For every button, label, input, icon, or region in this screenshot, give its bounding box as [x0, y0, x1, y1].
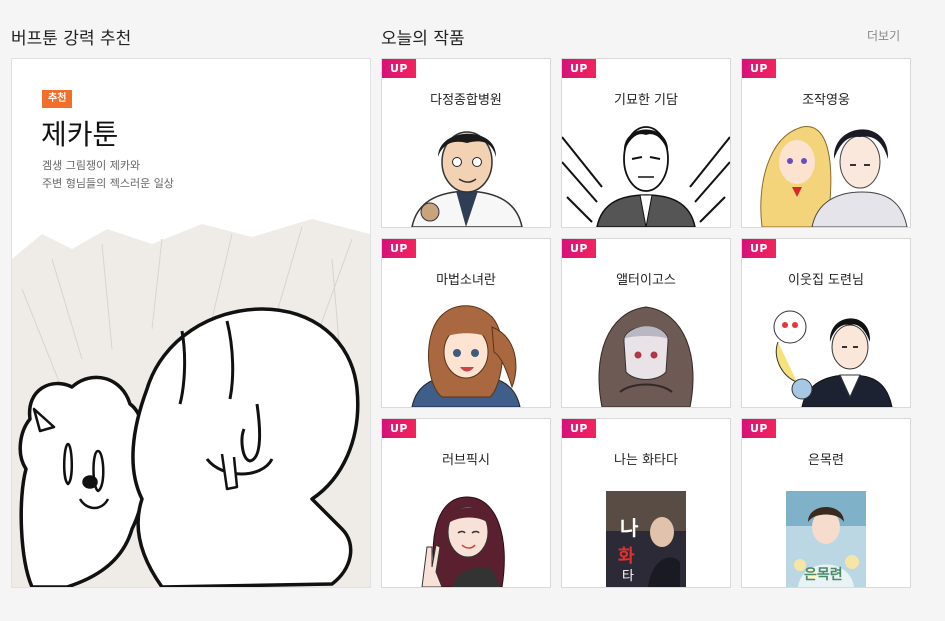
webtoon-title: 이웃집 도련님 — [788, 273, 864, 288]
svg-text:타: 타 — [622, 569, 634, 584]
recommend-badge: 추천 — [42, 90, 73, 108]
webtoon-title: 앨터이고스 — [616, 273, 676, 288]
webtoon-card[interactable]: UP 기묘한 기담 — [561, 58, 731, 228]
webtoon-card[interactable]: UP 앨터이고스 — [561, 238, 731, 408]
webtoon-title: 마법소녀란 — [436, 273, 496, 288]
webtoon-card[interactable]: UP 나는 화타다 나 화 타 — [561, 418, 731, 588]
webtoon-card[interactable]: UP 다정종합병원 — [381, 58, 551, 228]
up-badge: UP — [562, 239, 596, 258]
webtoon-title: 다정종합병원 — [430, 93, 502, 108]
webtoon-card[interactable]: UP 이웃집 도련님 — [741, 238, 911, 408]
featured-section-title: 버프툰 강력 추천 — [11, 29, 132, 49]
up-badge: UP — [742, 239, 776, 258]
featured-description-line: 주변 형님들의 젝스러운 일상 — [42, 177, 174, 190]
magical-girl-character-icon — [411, 305, 521, 407]
ink-man-character-icon — [562, 126, 730, 227]
featured-description-line: 겜생 그림쟁이 제카와 — [42, 159, 141, 172]
up-badge: UP — [562, 419, 596, 438]
up-badge: UP — [742, 59, 776, 78]
up-badge: UP — [742, 419, 776, 438]
webtoon-title: 러브픽시 — [442, 453, 490, 468]
featured-card[interactable]: 추천 제카툰 겜생 그림쟁이 제카와 주변 형님들의 젝스러운 일상 — [11, 58, 371, 588]
hero-duo-characters-icon — [760, 126, 908, 227]
book-cover-icon: 나 화 타 — [606, 491, 686, 587]
hooded-character-icon — [598, 306, 694, 407]
webtoon-title: 나는 화타다 — [614, 453, 678, 468]
up-badge: UP — [382, 419, 416, 438]
webtoon-card[interactable]: UP 은목련 은목련 — [741, 418, 911, 588]
up-badge: UP — [382, 59, 416, 78]
svg-text:나: 나 — [620, 516, 639, 540]
webtoon-title: 은목련 — [808, 453, 844, 468]
up-badge: UP — [382, 239, 416, 258]
webtoon-title: 기묘한 기담 — [614, 93, 678, 108]
peace-sign-girl-character-icon — [421, 496, 505, 587]
svg-text:화: 화 — [618, 546, 635, 567]
webtoon-title: 조작영웅 — [802, 93, 850, 108]
webtoon-card[interactable]: UP 러브픽시 — [381, 418, 551, 588]
today-section-title: 오늘의 작품 — [381, 29, 465, 49]
neighbor-boy-character-icon — [773, 310, 893, 407]
more-link[interactable]: 더보기 — [867, 27, 900, 44]
featured-description: 겜생 그림쟁이 제카와 주변 형님들의 젝스러운 일상 — [42, 157, 282, 193]
featured-title: 제카툰 — [41, 118, 119, 151]
svg-text:은목련: 은목련 — [804, 566, 843, 583]
webtoon-card[interactable]: UP 조작영웅 — [741, 58, 911, 228]
book-cover-icon: 은목련 — [786, 491, 866, 587]
up-badge: UP — [562, 59, 596, 78]
webtoon-card[interactable]: UP 마법소녀란 — [381, 238, 551, 408]
doctor-character-icon — [411, 131, 523, 227]
